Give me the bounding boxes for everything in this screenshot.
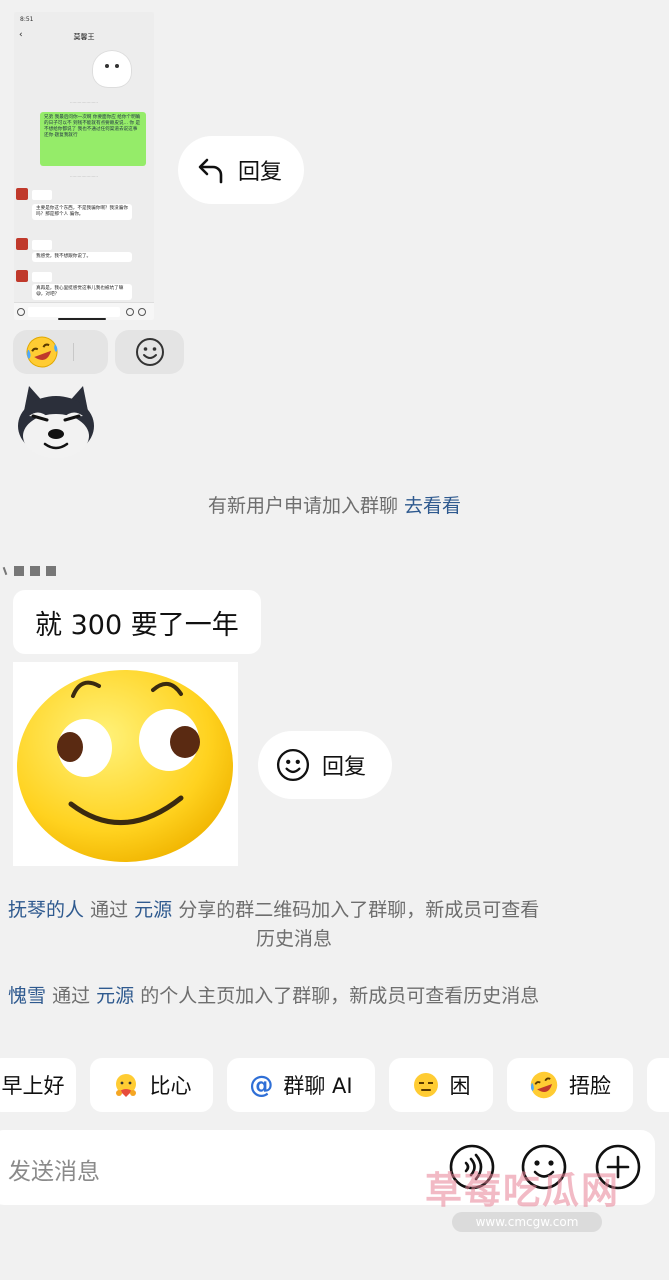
qr-join-rest-text: 分享的群二维码加入了群聊，新成员可查看 [178, 899, 540, 921]
chat-message-bubble[interactable]: 就 300 要了一年 [13, 590, 261, 654]
sideeye-smiley-icon [17, 670, 233, 862]
chat-message-text: 就 300 要了一年 [35, 609, 239, 641]
chip-label: 早上好 [1, 1074, 65, 1098]
thumb-avatar [16, 188, 28, 200]
quick-chip-good-morning[interactable]: 早上好 [0, 1058, 76, 1112]
forwarded-screenshot-image[interactable]: 8:51 ‹ 莫馨王 ······················ 兄弟 我最后… [14, 12, 154, 320]
joined-user-link[interactable]: 抚琴的人 [8, 899, 84, 921]
sleepy-emoji-icon [413, 1073, 438, 1097]
quick-chip-more[interactable] [647, 1058, 669, 1112]
husky-face-icon [18, 386, 94, 458]
laugh-cry-emoji-icon [26, 336, 58, 368]
at-sign-icon: @ [249, 1071, 274, 1099]
thumb-small-bubble [32, 272, 52, 282]
smile-outline-icon [276, 748, 310, 782]
thumb-message: 主要是你这个东西，不是我骗你啊？我没骗你吗？那是那个人 骗你。 [32, 204, 132, 220]
joined-user-link[interactable]: 愧雪 [8, 985, 46, 1007]
thumb-small-bubble [32, 190, 52, 200]
thumb-home-indicator [58, 318, 106, 320]
thumb-green-message: 兄弟 我最后问你一次啊 你要面你应 给你个明确的日子可以不 到钱不能就有点要赖皮… [40, 112, 146, 166]
via-text: 通过 [90, 899, 129, 921]
message-input-placeholder[interactable]: 发送消息 [8, 1152, 100, 1186]
quick-chip-heart[interactable]: 比心 [90, 1058, 213, 1112]
chip-label: 困 [449, 1074, 471, 1098]
reply-arrow-icon [198, 158, 223, 184]
sharer-user-link[interactable]: 元源 [134, 899, 172, 921]
thumb-timestamp: ······················ [70, 100, 98, 105]
reply-label: 回复 [238, 160, 283, 185]
reaction-divider [73, 343, 74, 361]
reply-button[interactable]: 回复 [178, 136, 304, 204]
quick-chip-facepalm[interactable]: 捂脸 [507, 1058, 633, 1112]
heart-hands-emoji-icon [115, 1074, 136, 1097]
sender-name-masked [2, 566, 56, 576]
thumb-avatar [16, 270, 28, 282]
profile-join-notice: 愧雪 通过 元源 的个人主页加入了群聊，新成员可查看历史消息 [8, 982, 628, 1011]
via-text: 通过 [52, 985, 91, 1007]
join-request-notice: 有新用户申请加入群聊 去看看 [0, 492, 669, 521]
qr-join-notice: 抚琴的人 通过 元源 分享的群二维码加入了群聊，新成员可查看 历史消息 [8, 896, 608, 954]
profile-join-rest-text: 的个人主页加入了群聊，新成员可查看历史消息 [140, 985, 540, 1007]
thumb-small-bubble [32, 240, 52, 250]
thumb-message: 我感觉，我不想跟你说了。 [32, 252, 132, 262]
reply-button[interactable]: 回复 [258, 731, 392, 799]
chip-label: 捂脸 [569, 1074, 611, 1098]
reaction-laugh-cry[interactable] [13, 330, 108, 374]
chip-label: 比心 [149, 1074, 192, 1098]
thumb-sticker [92, 50, 132, 88]
sharer-user-link[interactable]: 元源 [96, 985, 134, 1007]
chip-label: 群聊 AI [283, 1074, 353, 1098]
laugh-cry-emoji-icon [530, 1071, 558, 1099]
thumb-emoji-icon [126, 308, 134, 316]
thumb-avatar [16, 238, 28, 250]
add-reaction-button[interactable] [115, 330, 184, 374]
thumb-timestamp: ······················ [70, 174, 98, 179]
smile-outline-icon [135, 338, 164, 366]
quick-chip-group-ai[interactable]: @ 群聊 AI [227, 1058, 375, 1112]
smiley-sticker[interactable] [13, 662, 238, 866]
quick-chip-sleepy[interactable]: 困 [389, 1058, 493, 1112]
qr-join-rest-line2: 历史消息 [255, 928, 332, 950]
husky-dog-sticker[interactable] [15, 382, 97, 460]
join-request-text: 有新用户申请加入群聊 [207, 495, 398, 517]
join-request-link[interactable]: 去看看 [404, 495, 461, 517]
thumb-plus-icon [138, 308, 146, 316]
thumb-message: 真再是，我心里挺感觉这事儿我也被坑了嘛😅，对吧？ [32, 284, 132, 300]
watermark-url: www.cmcgw.com [452, 1212, 602, 1232]
thumb-status-time: 8:51 [20, 16, 34, 23]
reply-label: 回复 [322, 755, 367, 780]
thumb-voice-icon [17, 308, 25, 316]
watermark-text: 草莓吃瓜网 [425, 1169, 620, 1212]
thumb-title: 莫馨王 [73, 33, 95, 41]
